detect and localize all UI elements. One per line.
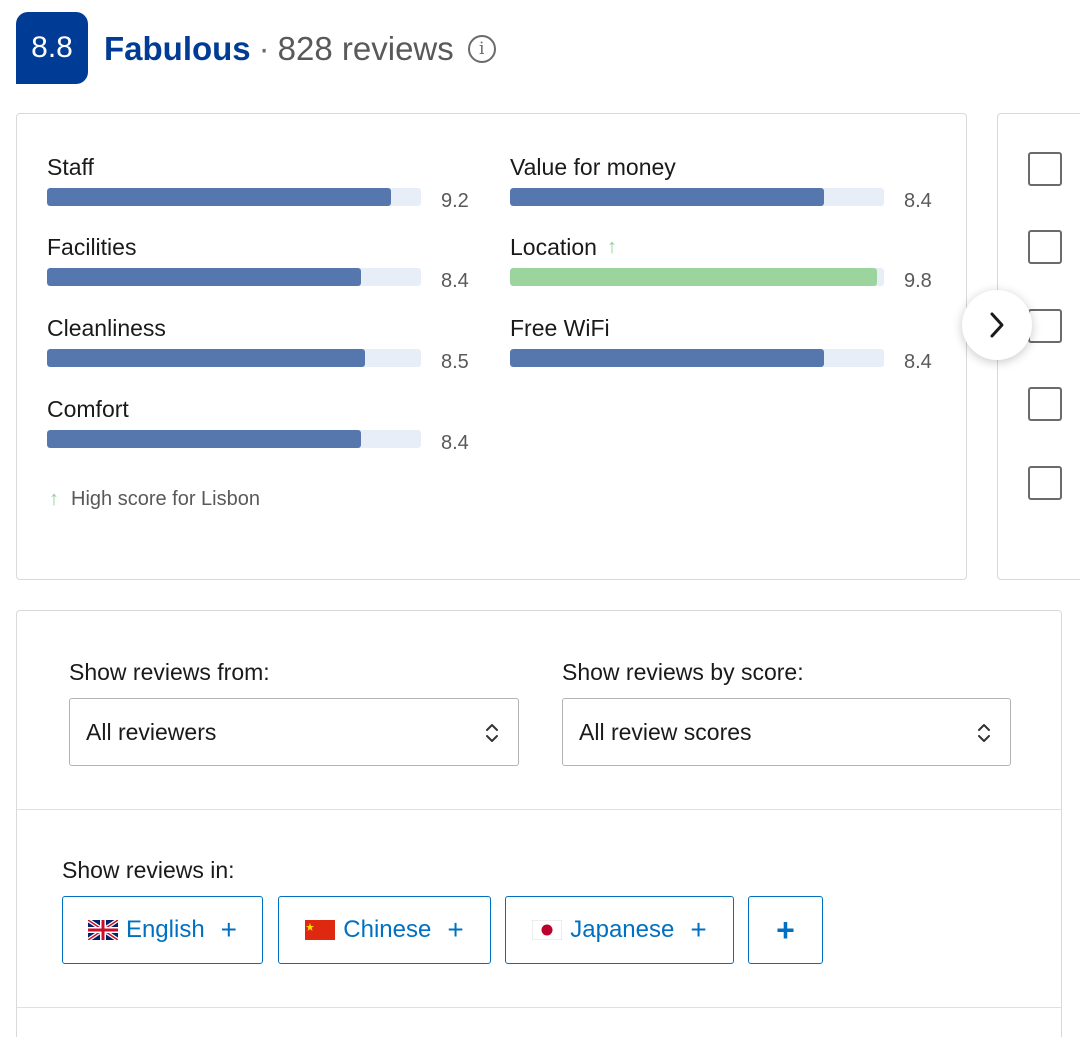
review-count: 828 reviews [277,30,454,67]
score-bar-fill [510,268,877,286]
category-label: Staff [47,154,94,180]
plus-icon: + [776,911,795,948]
category-score: 8.4 [904,351,932,373]
score-bar-track [510,349,884,367]
high-score-text: High score for Lisbon [71,488,260,510]
plus-icon: + [220,914,238,945]
category-label: Value for money [510,154,676,180]
score-select[interactable]: All review scores [562,698,1011,766]
review-filters-card: Show reviews from: All reviewers Show re… [16,610,1062,1037]
language-label: Japanese [570,916,675,943]
plus-icon: + [447,914,464,945]
score-badge: 8.8 [16,12,88,84]
score-bar-track [47,268,421,286]
japan-flag-icon [532,920,563,940]
topic-checkbox[interactable] [1028,466,1062,500]
arrow-up-icon: ↑ [49,488,59,510]
score-bar-track [47,188,421,206]
topic-checkbox[interactable] [1028,309,1062,343]
category-location: Location ↑ 9.8 [510,232,938,302]
select-chevron-icon [486,724,498,742]
separator-dot: · [258,30,270,67]
china-flag-icon [305,920,336,940]
category-label-text: Location [510,234,597,260]
category-cleanliness: Cleanliness 8.5 [47,313,475,383]
language-filter-label: Show reviews in: [62,857,235,883]
topic-checkbox[interactable] [1028,387,1062,421]
category-label: Comfort [47,396,129,422]
score-bar-track [510,188,884,206]
carousel-next-button[interactable] [962,290,1032,360]
score-bar-fill [47,430,362,448]
language-label: Chinese [343,916,432,943]
category-facilities: Facilities 8.4 [47,232,475,302]
score-bar-track [47,349,421,367]
topic-checkbox[interactable] [1028,152,1062,186]
category-label: Facilities [47,234,137,260]
category-score: 8.4 [441,270,469,292]
reviews-page: 8.8 Fabulous · 828 reviews i Staff 9.2 F… [0,0,1080,1037]
score-filter-label: Show reviews by score: [562,659,804,685]
reviewers-select[interactable]: All reviewers [69,698,519,766]
category-score: 8.5 [441,351,469,373]
score-bar-track [47,430,421,448]
category-label: Location ↑ [510,232,617,262]
score-bar-fill [47,349,365,367]
rating-header: Fabulous · 828 reviews i [104,28,496,70]
category-staff: Staff 9.2 [47,152,475,222]
arrow-up-icon: ↑ [606,236,617,258]
category-value-for-money: Value for money 8.4 [510,152,938,222]
score-bar-fill [510,349,825,367]
category-scores-card: Staff 9.2 Facilities 8.4 Cleanliness 8.5… [16,113,967,580]
divider [17,809,1061,810]
reviewers-select-value: All reviewers [86,718,217,745]
category-score: 9.8 [904,270,932,292]
score-bar-fill [47,268,362,286]
plus-icon: + [690,914,707,945]
select-chevron-icon [978,724,990,742]
score-bar-fill [510,188,825,206]
category-comfort: Comfort 8.4 [47,394,475,464]
language-english-button[interactable]: English + [62,896,263,964]
category-label: Cleanliness [47,315,166,341]
score-select-value: All review scores [579,718,752,745]
language-japanese-button[interactable]: Japanese + [505,896,734,964]
language-chinese-button[interactable]: Chinese + [278,896,491,964]
category-score: 8.4 [441,432,469,454]
more-languages-button[interactable]: + [748,896,823,964]
uk-flag-icon [87,920,118,940]
divider [17,1007,1061,1008]
info-icon[interactable]: i [467,35,496,63]
category-label: Free WiFi [510,315,610,341]
topic-checkbox[interactable] [1028,230,1062,264]
language-label: English [125,916,205,943]
category-free-wifi: Free WiFi 8.4 [510,313,938,383]
rating-word: Fabulous [104,30,251,67]
score-bar-track [510,268,884,286]
high-score-note: ↑ High score for Lisbon [49,488,260,511]
category-score: 8.4 [904,190,932,212]
reviewers-filter-label: Show reviews from: [69,659,270,685]
chevron-right-icon [990,312,1004,338]
score-bar-fill [47,188,392,206]
category-score: 9.2 [441,190,469,212]
